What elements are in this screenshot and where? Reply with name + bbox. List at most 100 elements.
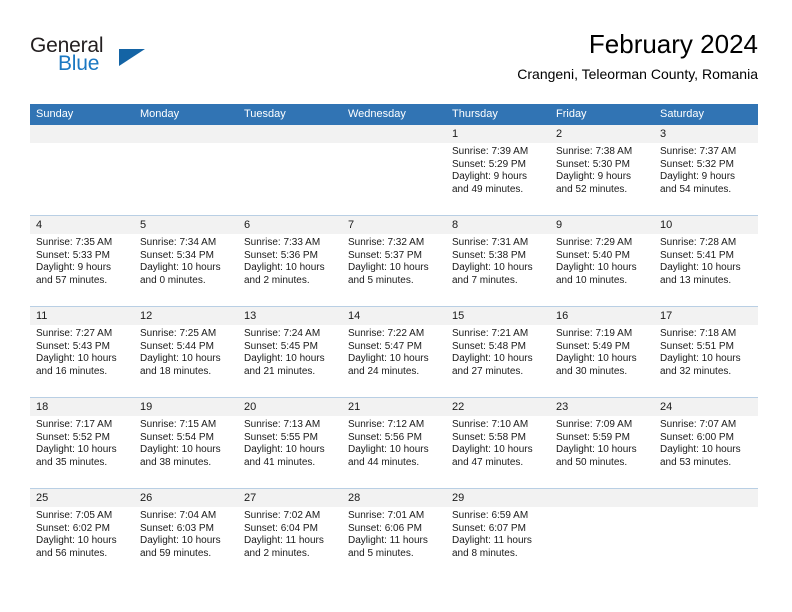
daylight-duration-line1: Daylight: 10 hours [244, 262, 325, 274]
calendar-day-cell[interactable]: 8 Sunrise: 7:31 AM Sunset: 5:38 PM Daylight… [446, 215, 550, 307]
sunrise-time: Sunrise: 7:31 AM [452, 237, 529, 248]
weekday-header-monday: Monday [134, 104, 238, 125]
day-sun-info: Sunrise: 7:13 AM Sunset: 5:55 PM Daylight:… [238, 416, 342, 469]
daylight-duration-line2: and 32 minutes. [660, 365, 732, 377]
day-sun-info: Sunrise: 7:05 AM Sunset: 6:02 PM Daylight:… [30, 507, 134, 560]
calendar-day-cell[interactable]: 29 Sunrise: 6:59 AM Sunset: 6:07 PM Dayligh… [446, 488, 550, 579]
daylight-duration-line2: and 57 minutes. [36, 274, 108, 286]
sunrise-time: Sunrise: 7:38 AM [556, 146, 633, 157]
calendar-day-cell[interactable]: 21 Sunrise: 7:12 AM Sunset: 5:56 PM Dayligh… [342, 397, 446, 489]
day-number: 26 [134, 489, 238, 507]
calendar-day-cell[interactable]: 2 Sunrise: 7:38 AM Sunset: 5:30 PM Daylight… [550, 125, 654, 216]
daylight-duration-line2: and 38 minutes. [140, 456, 212, 468]
daylight-duration-line1: Daylight: 10 hours [556, 262, 637, 274]
daylight-duration-line2: and 5 minutes. [348, 274, 414, 286]
calendar-day-cell [342, 125, 446, 216]
calendar-day-cell[interactable]: 5 Sunrise: 7:34 AM Sunset: 5:34 PM Daylight… [134, 215, 238, 307]
daylight-duration-line1: Daylight: 10 hours [140, 262, 221, 274]
day-cell-content [238, 125, 342, 215]
day-cell-content: 23 Sunrise: 7:09 AM Sunset: 5:59 PM Dayligh… [550, 398, 654, 488]
day-sun-info: Sunrise: 7:04 AM Sunset: 6:03 PM Daylight:… [134, 507, 238, 560]
day-cell-content: 14 Sunrise: 7:22 AM Sunset: 5:47 PM Dayligh… [342, 307, 446, 397]
daylight-duration-line1: Daylight: 10 hours [244, 444, 325, 456]
calendar-day-cell[interactable]: 26 Sunrise: 7:04 AM Sunset: 6:03 PM Dayligh… [134, 488, 238, 579]
calendar-day-cell[interactable]: 7 Sunrise: 7:32 AM Sunset: 5:37 PM Daylight… [342, 215, 446, 307]
daylight-duration-line1: Daylight: 10 hours [348, 262, 429, 274]
daylight-duration-line1: Daylight: 9 hours [660, 171, 736, 183]
calendar-day-cell[interactable]: 16 Sunrise: 7:19 AM Sunset: 5:49 PM Dayligh… [550, 306, 654, 398]
calendar-day-cell[interactable]: 17 Sunrise: 7:18 AM Sunset: 5:51 PM Dayligh… [654, 306, 758, 398]
day-number: 3 [654, 125, 758, 143]
day-cell-content: 26 Sunrise: 7:04 AM Sunset: 6:03 PM Dayligh… [134, 489, 238, 579]
general-blue-logo: General Blue [30, 34, 210, 84]
day-sun-info: Sunrise: 7:29 AM Sunset: 5:40 PM Daylight:… [550, 234, 654, 287]
daylight-duration-line1: Daylight: 10 hours [348, 353, 429, 365]
daylight-duration-line2: and 7 minutes. [452, 274, 518, 286]
day-sun-info: Sunrise: 7:32 AM Sunset: 5:37 PM Daylight:… [342, 234, 446, 287]
day-number: 13 [238, 307, 342, 325]
day-sun-info: Sunrise: 7:33 AM Sunset: 5:36 PM Daylight:… [238, 234, 342, 287]
day-number: 24 [654, 398, 758, 416]
calendar-day-cell[interactable]: 27 Sunrise: 7:02 AM Sunset: 6:04 PM Dayligh… [238, 488, 342, 579]
calendar-day-cell[interactable]: 23 Sunrise: 7:09 AM Sunset: 5:59 PM Dayligh… [550, 397, 654, 489]
calendar-day-cell[interactable]: 28 Sunrise: 7:01 AM Sunset: 6:06 PM Dayligh… [342, 488, 446, 579]
day-sun-info: Sunrise: 7:22 AM Sunset: 5:47 PM Daylight:… [342, 325, 446, 378]
calendar-day-cell[interactable]: 1 Sunrise: 7:39 AM Sunset: 5:29 PM Daylight… [446, 125, 550, 216]
calendar-week-row: 4 Sunrise: 7:35 AM Sunset: 5:33 PM Daylight… [30, 215, 758, 307]
calendar-day-cell[interactable]: 13 Sunrise: 7:24 AM Sunset: 5:45 PM Dayligh… [238, 306, 342, 398]
day-sun-info: Sunrise: 7:15 AM Sunset: 5:54 PM Daylight:… [134, 416, 238, 469]
sunrise-time: Sunrise: 7:33 AM [244, 237, 321, 248]
calendar-day-cell[interactable]: 11 Sunrise: 7:27 AM Sunset: 5:43 PM Dayligh… [30, 306, 134, 398]
calendar-day-cell[interactable]: 18 Sunrise: 7:17 AM Sunset: 5:52 PM Dayligh… [30, 397, 134, 489]
sunrise-time: Sunrise: 7:37 AM [660, 146, 737, 157]
sunrise-time: Sunrise: 7:15 AM [140, 419, 217, 430]
calendar-day-cell[interactable]: 24 Sunrise: 7:07 AM Sunset: 6:00 PM Dayligh… [654, 397, 758, 489]
daylight-duration-line2: and 30 minutes. [556, 365, 628, 377]
daylight-duration-line1: Daylight: 10 hours [36, 444, 117, 456]
calendar-day-cell[interactable]: 22 Sunrise: 7:10 AM Sunset: 5:58 PM Dayligh… [446, 397, 550, 489]
day-cell-content: 17 Sunrise: 7:18 AM Sunset: 5:51 PM Dayligh… [654, 307, 758, 397]
calendar-day-cell[interactable]: 9 Sunrise: 7:29 AM Sunset: 5:40 PM Daylight… [550, 215, 654, 307]
calendar-day-cell [654, 488, 758, 579]
calendar-day-cell[interactable]: 19 Sunrise: 7:15 AM Sunset: 5:54 PM Dayligh… [134, 397, 238, 489]
day-sun-info: Sunrise: 6:59 AM Sunset: 6:07 PM Daylight:… [446, 507, 550, 560]
day-cell-content: 2 Sunrise: 7:38 AM Sunset: 5:30 PM Daylight… [550, 125, 654, 215]
daylight-duration-line1: Daylight: 10 hours [556, 353, 637, 365]
sunset-time: Sunset: 6:00 PM [660, 431, 734, 443]
calendar-page: General Blue February 2024 Crangeni, Tel… [0, 0, 792, 612]
sunset-time: Sunset: 5:54 PM [140, 431, 214, 443]
calendar-day-cell[interactable]: 15 Sunrise: 7:21 AM Sunset: 5:48 PM Dayligh… [446, 306, 550, 398]
day-sun-info: Sunrise: 7:27 AM Sunset: 5:43 PM Daylight:… [30, 325, 134, 378]
daylight-duration-line2: and 50 minutes. [556, 456, 628, 468]
day-cell-content: 28 Sunrise: 7:01 AM Sunset: 6:06 PM Dayligh… [342, 489, 446, 579]
day-number: 1 [446, 125, 550, 143]
daylight-duration-line1: Daylight: 10 hours [556, 444, 637, 456]
daylight-duration-line2: and 54 minutes. [660, 183, 732, 195]
day-cell-content: 7 Sunrise: 7:32 AM Sunset: 5:37 PM Daylight… [342, 216, 446, 306]
sunrise-time: Sunrise: 7:10 AM [452, 419, 529, 430]
day-number: 22 [446, 398, 550, 416]
daylight-duration-line2: and 35 minutes. [36, 456, 108, 468]
day-cell-content: 8 Sunrise: 7:31 AM Sunset: 5:38 PM Daylight… [446, 216, 550, 306]
calendar-day-cell[interactable]: 25 Sunrise: 7:05 AM Sunset: 6:02 PM Dayligh… [30, 488, 134, 579]
calendar-day-cell[interactable]: 4 Sunrise: 7:35 AM Sunset: 5:33 PM Daylight… [30, 215, 134, 307]
day-number: 25 [30, 489, 134, 507]
calendar-day-cell[interactable]: 3 Sunrise: 7:37 AM Sunset: 5:32 PM Daylight… [654, 125, 758, 216]
calendar-day-cell[interactable]: 10 Sunrise: 7:28 AM Sunset: 5:41 PM Dayligh… [654, 215, 758, 307]
calendar-day-cell[interactable]: 14 Sunrise: 7:22 AM Sunset: 5:47 PM Dayligh… [342, 306, 446, 398]
day-number [134, 125, 238, 143]
calendar-day-cell[interactable]: 6 Sunrise: 7:33 AM Sunset: 5:36 PM Daylight… [238, 215, 342, 307]
sunset-time: Sunset: 5:38 PM [452, 249, 526, 261]
calendar-body: 1 Sunrise: 7:39 AM Sunset: 5:29 PM Daylight… [30, 125, 758, 579]
sunset-time: Sunset: 5:45 PM [244, 340, 318, 352]
logo-triangle-icon [119, 49, 145, 66]
daylight-duration-line2: and 5 minutes. [348, 547, 414, 559]
daylight-duration-line2: and 24 minutes. [348, 365, 420, 377]
calendar-day-cell[interactable]: 12 Sunrise: 7:25 AM Sunset: 5:44 PM Dayligh… [134, 306, 238, 398]
sunset-time: Sunset: 5:29 PM [452, 158, 526, 170]
title-block: February 2024 Crangeni, Teleorman County… [517, 28, 758, 83]
sunrise-time: Sunrise: 6:59 AM [452, 510, 529, 521]
calendar-day-cell[interactable]: 20 Sunrise: 7:13 AM Sunset: 5:55 PM Dayligh… [238, 397, 342, 489]
sunset-time: Sunset: 5:37 PM [348, 249, 422, 261]
sunrise-time: Sunrise: 7:18 AM [660, 328, 737, 339]
